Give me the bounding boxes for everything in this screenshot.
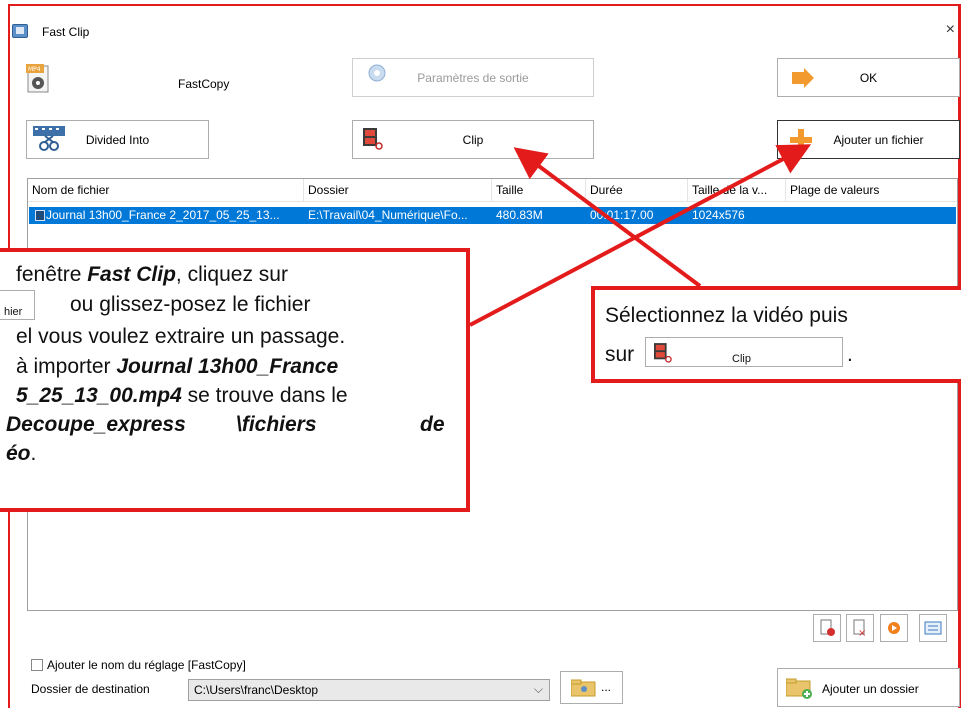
add-preset-name-option[interactable]: Ajouter le nom du réglage [FastCopy] [31,658,246,672]
column-header-size[interactable]: Taille [492,179,586,202]
callout-left-text: à importer [16,355,117,378]
title-bar: Fast Clip × [12,18,957,44]
callout-left-line-5: 5_25_13_00.mp4 se trouve dans le [16,383,348,409]
callout-left-line-6c: de [420,412,445,438]
callout-left-line-3: el vous voulez extraire un passage. [16,325,346,348]
window-frame-top [8,4,961,6]
video-file-icon [35,210,45,221]
svg-text:MP4: MP4 [28,66,41,73]
callout-right-line-2-end: . [847,343,853,366]
callout-left-text: se trouve dans le [181,384,348,407]
cell-range [786,207,954,224]
callout-left-emphasis: \fichiers [236,413,317,436]
folder-add-icon [786,678,812,699]
browse-label: ... [601,680,612,694]
column-header-range[interactable]: Plage de valeurs [786,179,956,202]
add-file-button[interactable]: Ajouter un fichier [777,120,960,159]
callout-left-line-2: ou glissez-posez le fichier [70,293,311,316]
callout-left-text: fenêtre [16,263,88,286]
svg-text:×: × [858,628,866,639]
cell-folder: E:\Travail\04_Numérique\Fo... [308,208,468,222]
column-header-name[interactable]: Nom de fichier [28,179,304,202]
destination-folder-select[interactable]: C:\Users\franc\Desktop ⌵ [188,679,550,701]
output-settings-label: Paramètres de sortie [417,70,529,85]
remove-item-button[interactable] [813,614,841,642]
callout-clip-chip: Clip [645,337,843,367]
callout-right-line-2: sur [605,343,635,366]
chevron-down-icon: ⌵ [533,682,543,696]
window-title: Fast Clip [42,25,90,39]
destination-path: C:\Users\franc\Desktop [194,683,319,697]
callout-left-line-7: éo. [6,441,36,467]
format-label[interactable]: FastCopy [178,77,229,91]
callout-left-line-6: Decoupe_express [6,412,186,438]
table-row[interactable]: Journal 13h00_France 2_2017_05_25_13... … [29,207,956,224]
output-settings-button[interactable]: Paramètres de sortie [352,58,594,97]
destination-label: Dossier de destination [31,682,150,696]
callout-left-emphasis: Journal 13h00_France [116,355,339,378]
instruction-callout-left: fenêtre Fast Clip, cliquez sur hier ou g… [0,248,470,512]
callout-chip-label: Clip [732,353,751,365]
callout-left-emphasis: éo [6,442,31,465]
remove-file-icon [820,619,835,636]
clip-button[interactable]: Clip [352,120,594,159]
clear-list-button[interactable]: × [846,614,874,642]
cell-video-size: 1024x576 [692,208,745,222]
clear-list-icon: × [853,619,866,639]
add-preset-name-label: Ajouter le nom du réglage [FastCopy] [47,658,246,672]
callout-chip-label: hier [4,306,23,318]
divided-into-button[interactable]: Divided Into [26,120,209,159]
callout-left-emphasis: de [420,413,445,436]
ok-label: OK [859,70,878,85]
callout-left-line-4: à importer Journal 13h00_France [16,354,338,380]
callout-left-emphasis: Decoupe_express [6,413,186,436]
callout-left-text: . [30,442,37,465]
ok-button[interactable]: OK [777,58,960,97]
instruction-callout-right: Sélectionnez la vidéo puis sur Clip . [591,286,961,383]
play-icon [888,622,900,634]
column-header-duration[interactable]: Durée [586,179,688,202]
browse-folder-button[interactable]: ... [560,671,623,704]
callout-left-emphasis: 5_25_13_00.mp4 [16,384,182,407]
app-icon [12,24,28,38]
column-header-video-size[interactable]: Taille de la v... [688,179,786,202]
add-preset-name-checkbox[interactable] [31,659,43,671]
cell-file-name: Journal 13h00_France 2_2017_05_25_13... [46,208,280,222]
callout-add-file-chip: hier [0,290,35,320]
info-icon [924,621,942,635]
column-header-folder[interactable]: Dossier [304,179,492,202]
folder-icon [571,679,596,697]
add-folder-label: Ajouter un dossier [822,682,919,696]
callout-left-emphasis: Fast Clip [87,263,176,286]
cell-duration: 00:01:17.00 [590,208,654,222]
info-button[interactable] [919,614,947,642]
callout-left-line-1: fenêtre Fast Clip, cliquez sur [16,262,288,288]
callout-right-line-1: Sélectionnez la vidéo puis [605,304,848,327]
add-folder-button[interactable]: Ajouter un dossier [777,668,960,707]
play-button[interactable] [880,614,908,642]
add-file-label: Ajouter un fichier [833,132,924,147]
cell-size: 480.83M [496,208,543,222]
mp4-format-icon[interactable]: MP4 [26,64,50,94]
clip-label: Clip [462,132,484,147]
file-list-header: Nom de fichier Dossier Taille Durée Tail… [28,179,957,202]
callout-left-line-6b: \fichiers [236,412,317,438]
divided-into-label: Divided Into [85,132,150,147]
close-button[interactable]: × [946,22,955,38]
clip-icon [654,343,672,373]
callout-left-text: , cliquez sur [175,263,288,286]
